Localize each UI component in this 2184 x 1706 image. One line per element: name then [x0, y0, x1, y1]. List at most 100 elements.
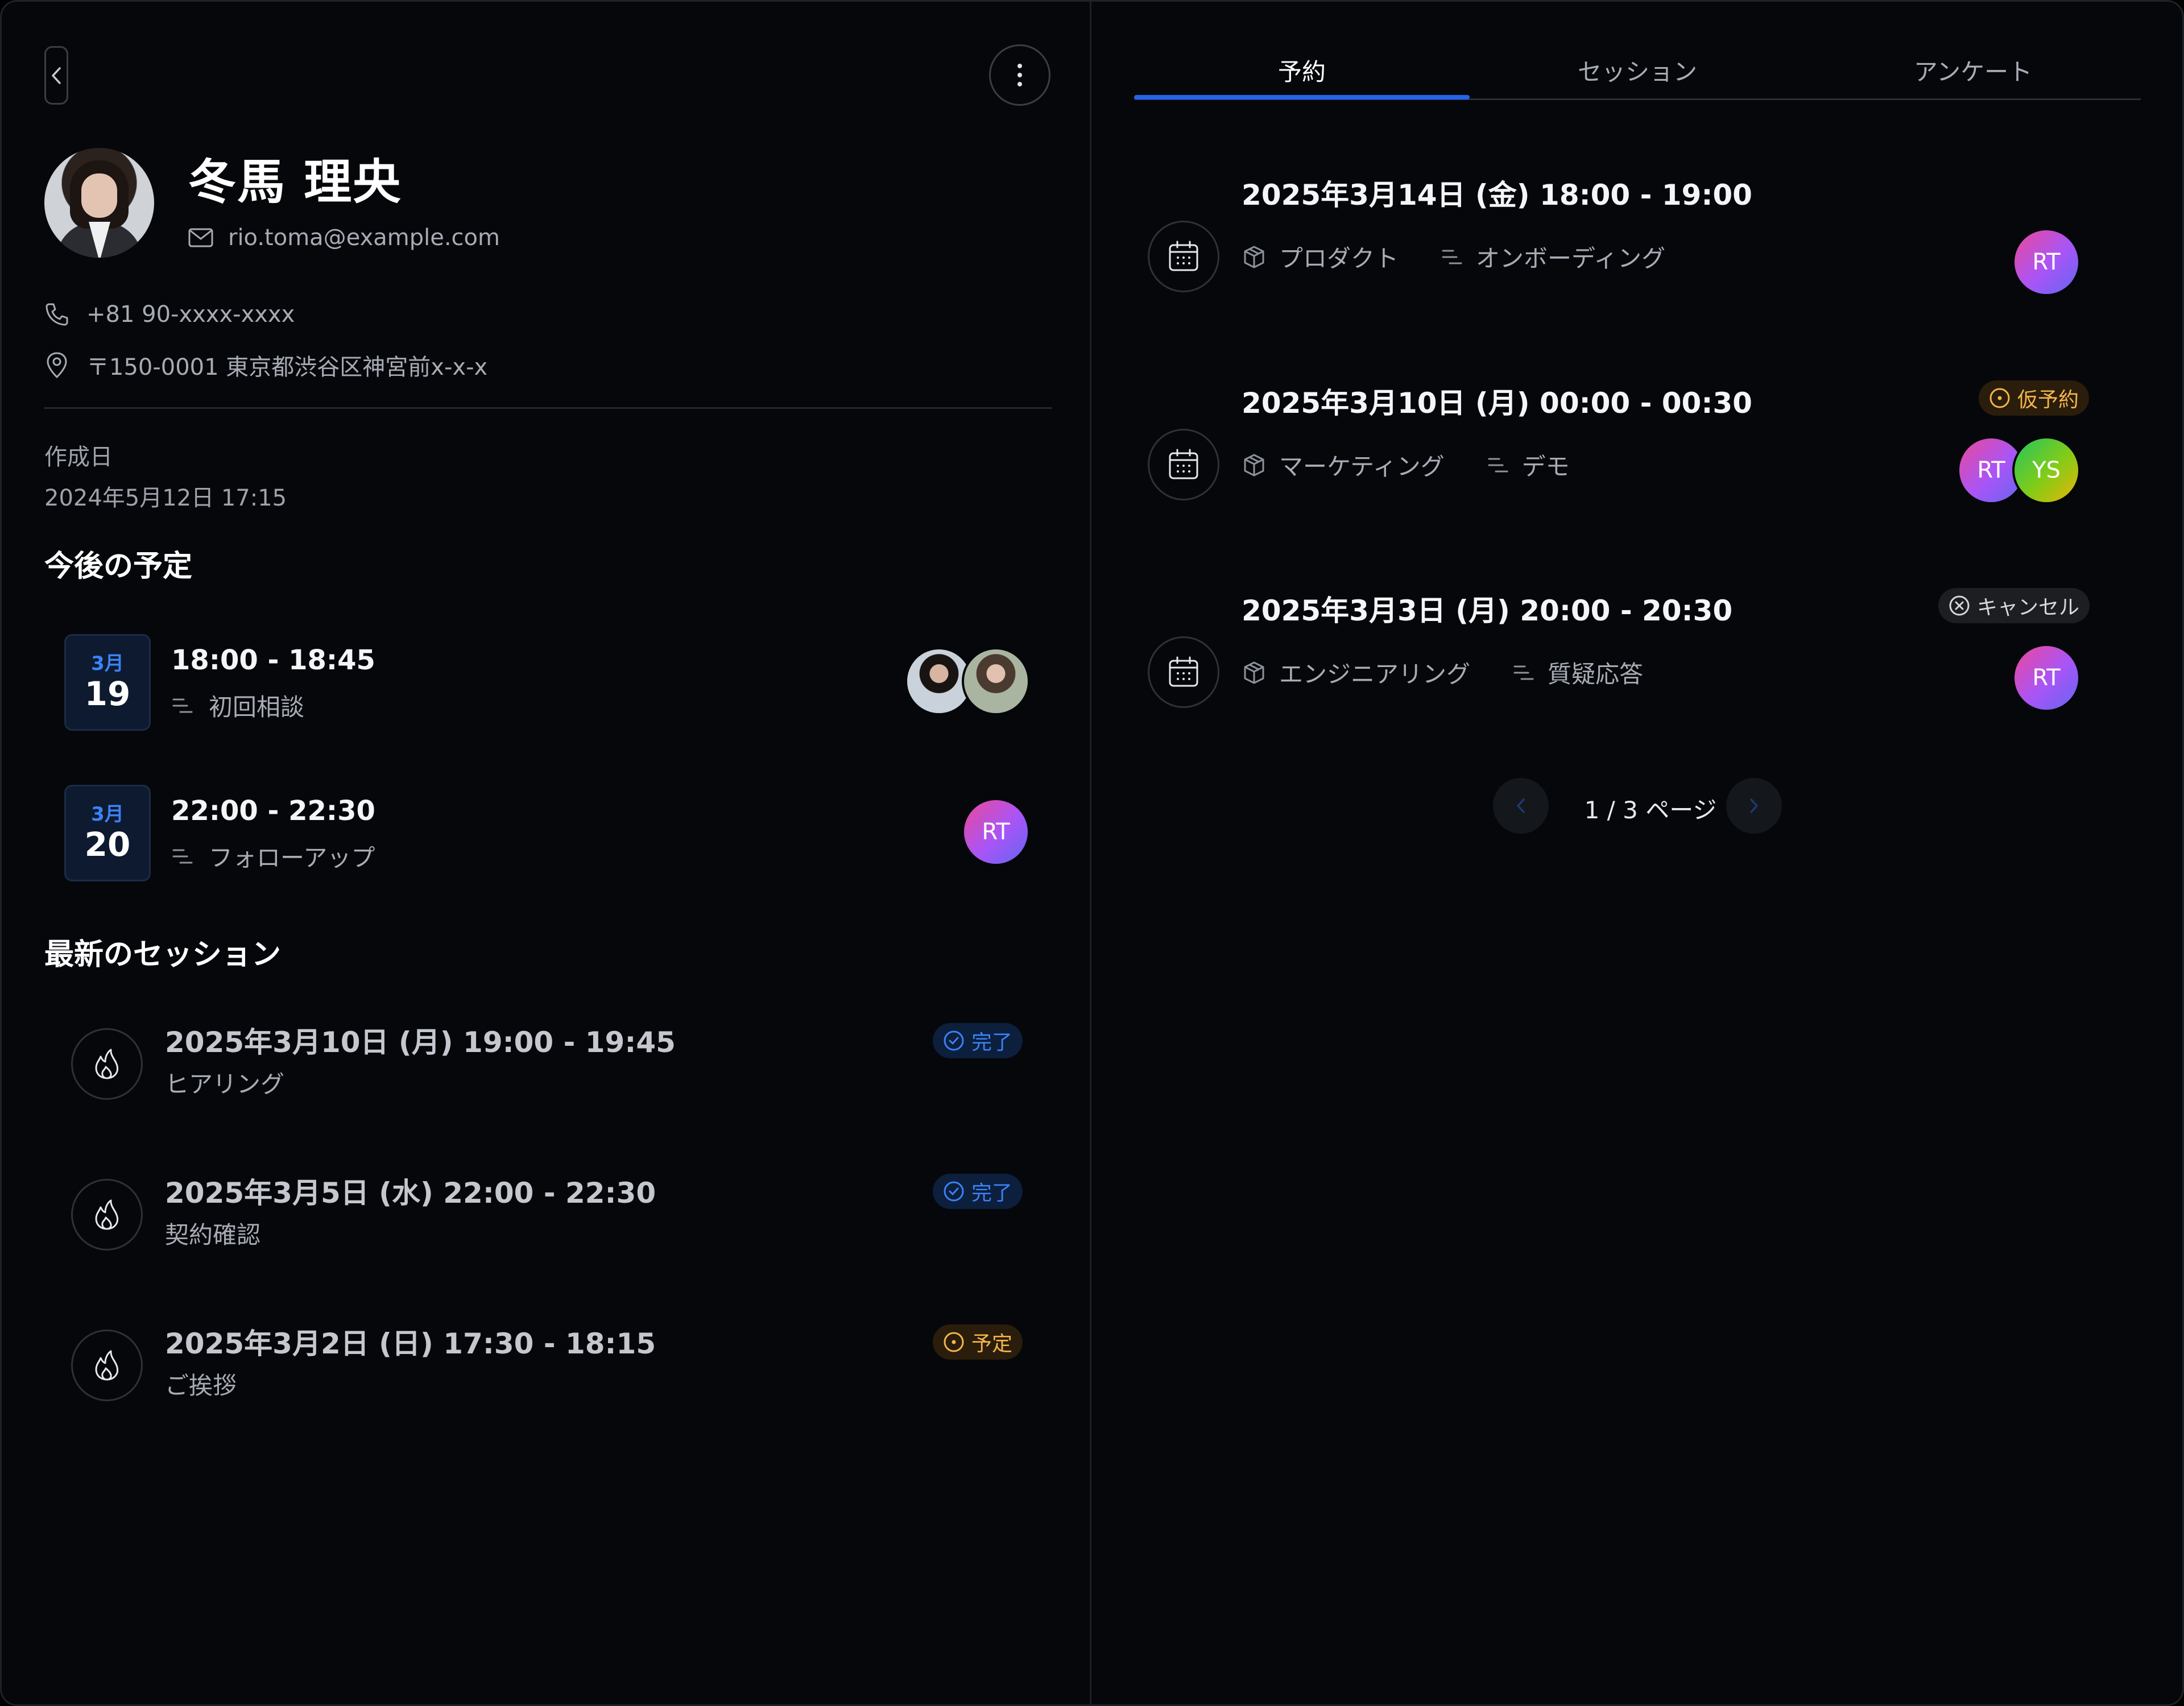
status-badge-text: 仮予約: [2017, 388, 2079, 412]
upcoming-item[interactable]: 3月 20 22:00 - 22:30 フォローアップ RT: [64, 785, 1031, 881]
tab-reservations[interactable]: 予約: [1134, 53, 1470, 88]
booking-item[interactable]: 2025年3月3日 (月) 20:00 - 20:30 エンジニアリング 質疑応…: [1148, 588, 2137, 724]
attendee-avatar: RT: [962, 798, 1030, 866]
booking-title: 2025年3月3日 (月) 20:00 - 20:30: [1242, 594, 1733, 627]
list-icon: [1442, 250, 1462, 264]
box-icon: [1244, 661, 1264, 684]
chevron-right-icon: [1750, 798, 1758, 813]
booking-product: エンジニアリング: [1279, 660, 1471, 688]
attendee-avatar: YS: [2012, 436, 2080, 504]
contact-detail-panel: 冬馬 理央 rio.toma@example.com +81 90-xxxx-x…: [2, 2, 1091, 1704]
chevron-left-icon: [1517, 798, 1525, 813]
session-icon-circle: [71, 1330, 143, 1401]
calendar-icon: [1169, 656, 1198, 687]
upcoming-label-row: 初回相談: [171, 688, 304, 723]
booking-type: オンボーディング: [1476, 245, 1666, 272]
session-subtitle: ご挨拶: [165, 1372, 237, 1399]
status-badge: 完了: [933, 1174, 1023, 1209]
tab-sessions[interactable]: セッション: [1470, 53, 1805, 88]
session-title: 2025年3月5日 (水) 22:00 - 22:30: [165, 1177, 656, 1210]
booking-meta: エンジニアリング 質疑応答: [1242, 655, 1643, 690]
back-button[interactable]: [44, 46, 68, 105]
status-badge-text: 予定: [971, 1332, 1013, 1356]
upcoming-label: フォローアップ: [209, 844, 375, 872]
date-day: 19: [84, 674, 131, 713]
session-icon-circle: [71, 1028, 143, 1100]
flame-icon: [95, 1049, 119, 1079]
phone-text: +81 90-xxxx-xxxx: [86, 301, 295, 328]
date-month: 3月: [91, 803, 124, 826]
email-text[interactable]: rio.toma@example.com: [228, 225, 500, 251]
calendar-icon: [1169, 449, 1198, 479]
session-subtitle: ヒアリング: [165, 1070, 285, 1098]
status-badge-text: キャンセル: [1977, 596, 2080, 619]
upcoming-time: 18:00 - 18:45: [171, 644, 375, 676]
app-window: 冬馬 理央 rio.toma@example.com +81 90-xxxx-x…: [0, 0, 2184, 1706]
booking-product: マーケティング: [1279, 453, 1445, 481]
session-title: 2025年3月2日 (日) 17:30 - 18:15: [165, 1327, 656, 1360]
upcoming-item[interactable]: 3月 19 18:00 - 18:45 初回相談: [64, 634, 1031, 731]
upcoming-title: 今後の予定: [44, 549, 193, 583]
date-box: 3月 20: [64, 785, 151, 881]
booking-icon-circle: [1148, 429, 1219, 500]
date-box: 3月 19: [64, 634, 151, 731]
address-row: 〒150-0001 東京都渋谷区神宮前x-x-x: [44, 349, 487, 382]
session-subtitle: 契約確認: [165, 1221, 261, 1249]
status-badge: 完了: [933, 1023, 1023, 1058]
session-item[interactable]: 2025年3月5日 (水) 22:00 - 22:30 契約確認 完了: [71, 1170, 1027, 1250]
flame-icon: [95, 1199, 119, 1230]
map-pin-icon: [47, 352, 67, 379]
booking-title: 2025年3月14日 (金) 18:00 - 19:00: [1242, 179, 1752, 212]
list-icon: [172, 849, 193, 863]
status-badge-text: 完了: [971, 1182, 1013, 1205]
sessions-title: 最新のセッション: [44, 938, 282, 972]
list-icon: [172, 698, 193, 713]
next-page-button[interactable]: [1726, 778, 1782, 834]
booking-title: 2025年3月10日 (月) 00:00 - 00:30: [1242, 387, 1752, 420]
upcoming-label-row: フォローアップ: [171, 839, 375, 873]
attendee-avatar: [962, 647, 1030, 715]
status-badge: 仮予約: [1979, 380, 2090, 416]
more-options-button[interactable]: [989, 44, 1050, 106]
check-circle-icon: [944, 1181, 964, 1202]
tabs-panel: 予約 セッション アンケート 2025年3月14日 (金) 18:00 - 19…: [1093, 2, 2182, 1704]
booking-product: プロダクト: [1279, 245, 1399, 272]
flame-icon: [95, 1350, 119, 1381]
attendee-avatar: RT: [2012, 644, 2080, 712]
upcoming-label: 初回相談: [209, 693, 305, 721]
status-badge-text: 完了: [971, 1031, 1013, 1054]
session-item[interactable]: 2025年3月2日 (日) 17:30 - 18:15 ご挨拶 予定: [71, 1321, 1027, 1401]
prev-page-button[interactable]: [1493, 778, 1549, 834]
more-vertical-icon: [1017, 64, 1022, 86]
session-icon-circle: [71, 1179, 143, 1250]
clock-circle-icon: [944, 1332, 964, 1352]
tab-surveys[interactable]: アンケート: [1805, 53, 2141, 88]
chevron-left-icon: [52, 67, 61, 84]
check-circle-icon: [944, 1030, 964, 1051]
contact-name: 冬馬 理央: [188, 154, 402, 210]
box-icon: [1244, 454, 1264, 476]
calendar-icon: [1169, 241, 1198, 271]
booking-item[interactable]: 2025年3月14日 (金) 18:00 - 19:00 プロダクト オンボーデ…: [1148, 172, 2137, 309]
upcoming-time: 22:00 - 22:30: [171, 795, 375, 827]
active-tab-indicator: [1134, 95, 1470, 100]
booking-meta: プロダクト オンボーディング: [1242, 239, 1665, 274]
date-month: 3月: [91, 652, 124, 675]
status-badge: 予定: [933, 1324, 1023, 1360]
booking-type: デモ: [1521, 453, 1570, 481]
email-row: rio.toma@example.com: [188, 225, 500, 251]
tab-bar: 予約 セッション アンケート: [1134, 2, 2141, 100]
divider: [44, 407, 1052, 409]
list-icon: [1488, 458, 1508, 472]
booking-item[interactable]: 2025年3月10日 (月) 00:00 - 00:30 マーケティング デモ …: [1148, 380, 2137, 517]
box-icon: [1244, 246, 1264, 268]
created-value: 2024年5月12日 17:15: [44, 485, 287, 511]
pagination-text: 1 / 3 ページ: [1584, 796, 1717, 824]
profile-avatar: [44, 148, 154, 258]
session-item[interactable]: 2025年3月10日 (月) 19:00 - 19:45 ヒアリング 完了: [71, 1020, 1027, 1100]
attendee-avatar: RT: [2012, 228, 2080, 296]
booking-meta: マーケティング デモ: [1242, 448, 1570, 482]
clock-circle-icon: [1989, 388, 2010, 408]
status-badge: キャンセル: [1938, 588, 2090, 623]
booking-icon-circle: [1148, 636, 1219, 708]
